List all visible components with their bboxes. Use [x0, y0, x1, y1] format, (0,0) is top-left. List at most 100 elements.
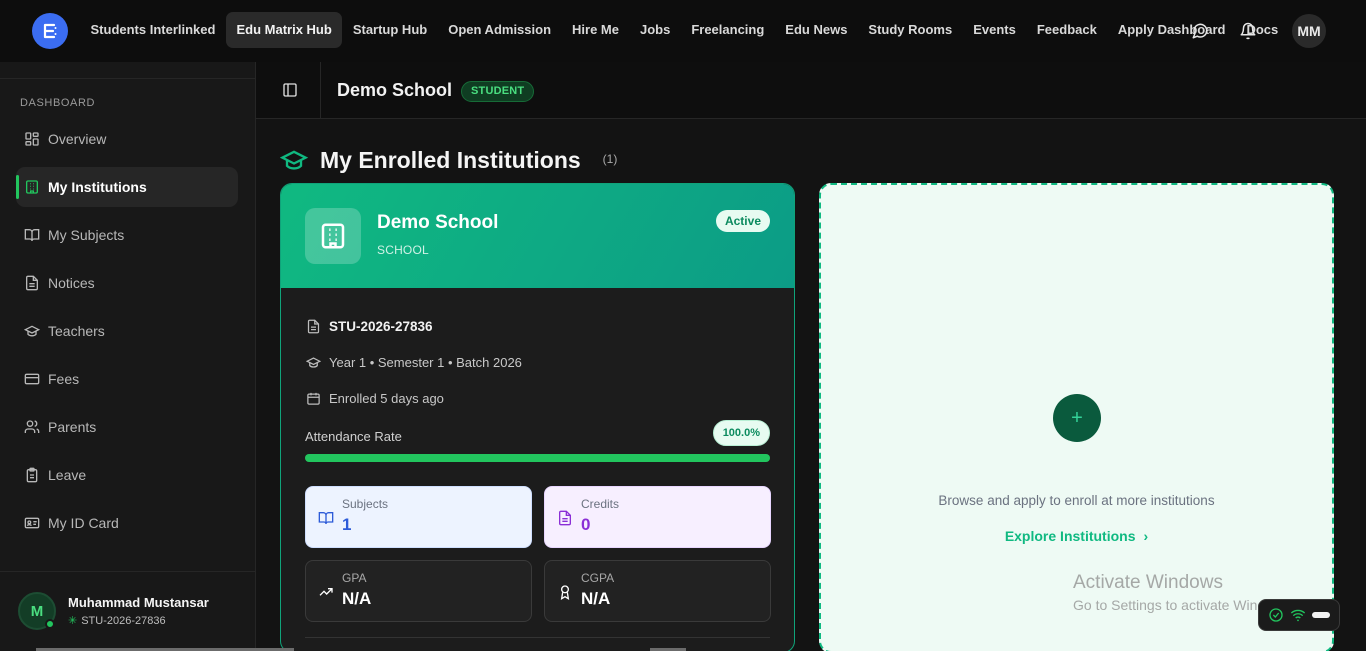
nav-link-edu-matrix-hub[interactable]: Edu Matrix Hub: [225, 12, 343, 48]
header-divider: [320, 62, 321, 119]
online-status-dot: [45, 619, 55, 629]
institution-card-header: Demo School SCHOOL Active: [281, 184, 794, 288]
sidebar-item-label: My Institutions: [48, 179, 147, 195]
stat-value: N/A: [581, 589, 611, 608]
institution-card[interactable]: Demo School SCHOOL Active STU-2026-27836…: [280, 183, 795, 651]
student-id-row: STU-2026-27836: [305, 318, 433, 334]
bell-icon[interactable]: [1236, 19, 1260, 43]
section-heading: My Enrolled Institutions (1): [279, 146, 618, 174]
nav-link-events[interactable]: Events: [963, 12, 1027, 48]
explore-institutions-link[interactable]: Explore Institutions ›: [821, 528, 1332, 544]
book-icon: [24, 227, 40, 243]
sidebar-divider: [0, 78, 256, 79]
book-icon: [318, 510, 334, 526]
activate-windows-watermark: Activate Windows: [1073, 572, 1223, 593]
attendance-label: Attendance Rate: [305, 429, 402, 444]
sidebar-item-leave[interactable]: Leave: [16, 455, 238, 495]
graduation-cap-icon: [24, 323, 40, 339]
stat-label: GPA: [342, 571, 367, 585]
stat-gpa[interactable]: GPA N/A: [305, 560, 532, 622]
sidebar-item-label: Parents: [48, 419, 97, 435]
nav-links: Students Interlinked Edu Matrix Hub Star…: [80, 12, 1289, 48]
sidebar-item-label: Notices: [48, 275, 95, 291]
sidebar-user-card[interactable]: M Muhammad Mustansar ✳ STU-2026-27836: [18, 592, 209, 630]
building-icon: [305, 208, 361, 264]
system-tray[interactable]: [1258, 599, 1340, 631]
institution-name: Demo School: [377, 212, 499, 233]
attendance-progress-bar: [305, 454, 770, 462]
user-avatar-button[interactable]: MM: [1292, 14, 1326, 48]
nav-link-hire-me[interactable]: Hire Me: [562, 12, 630, 48]
sidebar-item-my-institutions[interactable]: My Institutions: [16, 167, 238, 207]
sidebar-toggle-icon[interactable]: [282, 82, 298, 98]
user-name: Muhammad Mustansar: [68, 595, 209, 610]
sidebar: DASHBOARD Overview My Institutions My Su…: [0, 62, 256, 651]
app-logo[interactable]: [32, 13, 68, 49]
status-badge: Active: [715, 210, 770, 232]
logo-icon: [43, 23, 57, 39]
stat-cgpa[interactable]: CGPA N/A: [544, 560, 771, 622]
check-circle-icon: [1269, 608, 1283, 622]
add-institution-button[interactable]: +: [1053, 394, 1101, 442]
sidebar-item-notices[interactable]: Notices: [16, 263, 238, 303]
stat-label: Credits: [581, 497, 620, 511]
attendance-progress-fill: [305, 454, 770, 462]
role-badge: STUDENT: [461, 81, 535, 102]
top-navbar: Students Interlinked Edu Matrix Hub Star…: [0, 0, 1366, 62]
top-actions: MM: [1188, 12, 1366, 50]
nav-link-study-rooms[interactable]: Study Rooms: [858, 12, 963, 48]
stat-value: N/A: [342, 589, 372, 608]
id-card-icon: [24, 515, 40, 531]
sidebar-item-overview[interactable]: Overview: [16, 119, 238, 159]
chat-icon[interactable]: [1188, 19, 1212, 43]
attendance-percent-badge: 100.0%: [712, 420, 770, 446]
nav-link-open-admission[interactable]: Open Admission: [438, 12, 562, 48]
program-info: Year 1 • Semester 1 • Batch 2026: [329, 354, 522, 370]
nav-link-freelancing[interactable]: Freelancing: [681, 12, 775, 48]
sidebar-heading: DASHBOARD: [20, 97, 96, 109]
sidebar-item-label: My ID Card: [48, 515, 119, 531]
sidebar-item-my-id-card[interactable]: My ID Card: [16, 503, 238, 543]
nav-link-edu-news[interactable]: Edu News: [775, 12, 858, 48]
sidebar-item-my-subjects[interactable]: My Subjects: [16, 215, 238, 255]
award-icon: [557, 584, 573, 600]
trending-up-icon: [318, 584, 334, 600]
chevron-right-icon: ›: [1143, 528, 1149, 544]
avatar: M: [18, 592, 56, 630]
stat-label: Subjects: [342, 497, 389, 511]
credit-card-icon: [24, 371, 40, 387]
graduation-cap-icon: [305, 354, 321, 370]
stat-subjects[interactable]: Subjects 1: [305, 486, 532, 548]
nav-link-students-interlinked[interactable]: Students Interlinked: [80, 12, 226, 48]
sidebar-item-label: Overview: [48, 131, 107, 147]
sidebar-item-label: My Subjects: [48, 227, 125, 243]
page-header: Demo School STUDENT: [256, 62, 1366, 119]
student-id: STU-2026-27836: [329, 318, 433, 334]
sidebar-item-parents[interactable]: Parents: [16, 407, 238, 447]
sidebar-divider: [0, 571, 256, 572]
enrolled-date: Enrolled 5 days ago: [329, 390, 444, 406]
battery-icon: [1312, 612, 1330, 618]
graduation-cap-icon: [279, 146, 309, 174]
sidebar-item-label: Fees: [48, 371, 80, 387]
header-school-name: Demo School: [337, 80, 453, 100]
program-row: Year 1 • Semester 1 • Batch 2026: [305, 354, 522, 370]
wifi-icon: [1290, 609, 1306, 622]
users-icon: [24, 419, 40, 435]
stat-credits[interactable]: Credits 0: [544, 486, 771, 548]
nav-link-feedback[interactable]: Feedback: [1026, 12, 1107, 48]
sidebar-item-label: Leave: [48, 467, 87, 483]
calendar-icon: [305, 390, 321, 406]
nav-link-startup-hub[interactable]: Startup Hub: [342, 12, 437, 48]
stat-value: 0: [581, 515, 591, 534]
sidebar-item-label: Teachers: [48, 323, 105, 339]
plus-icon: +: [1071, 406, 1083, 429]
sidebar-item-teachers[interactable]: Teachers: [16, 311, 238, 351]
grid-icon: [24, 131, 40, 147]
sidebar-item-fees[interactable]: Fees: [16, 359, 238, 399]
building-icon: [24, 179, 40, 195]
sparkle-icon: ✳: [68, 615, 78, 627]
add-institution-text: Browse and apply to enroll at more insti…: [938, 493, 1215, 508]
nav-link-jobs[interactable]: Jobs: [629, 12, 680, 48]
institution-count: (1): [602, 152, 618, 166]
